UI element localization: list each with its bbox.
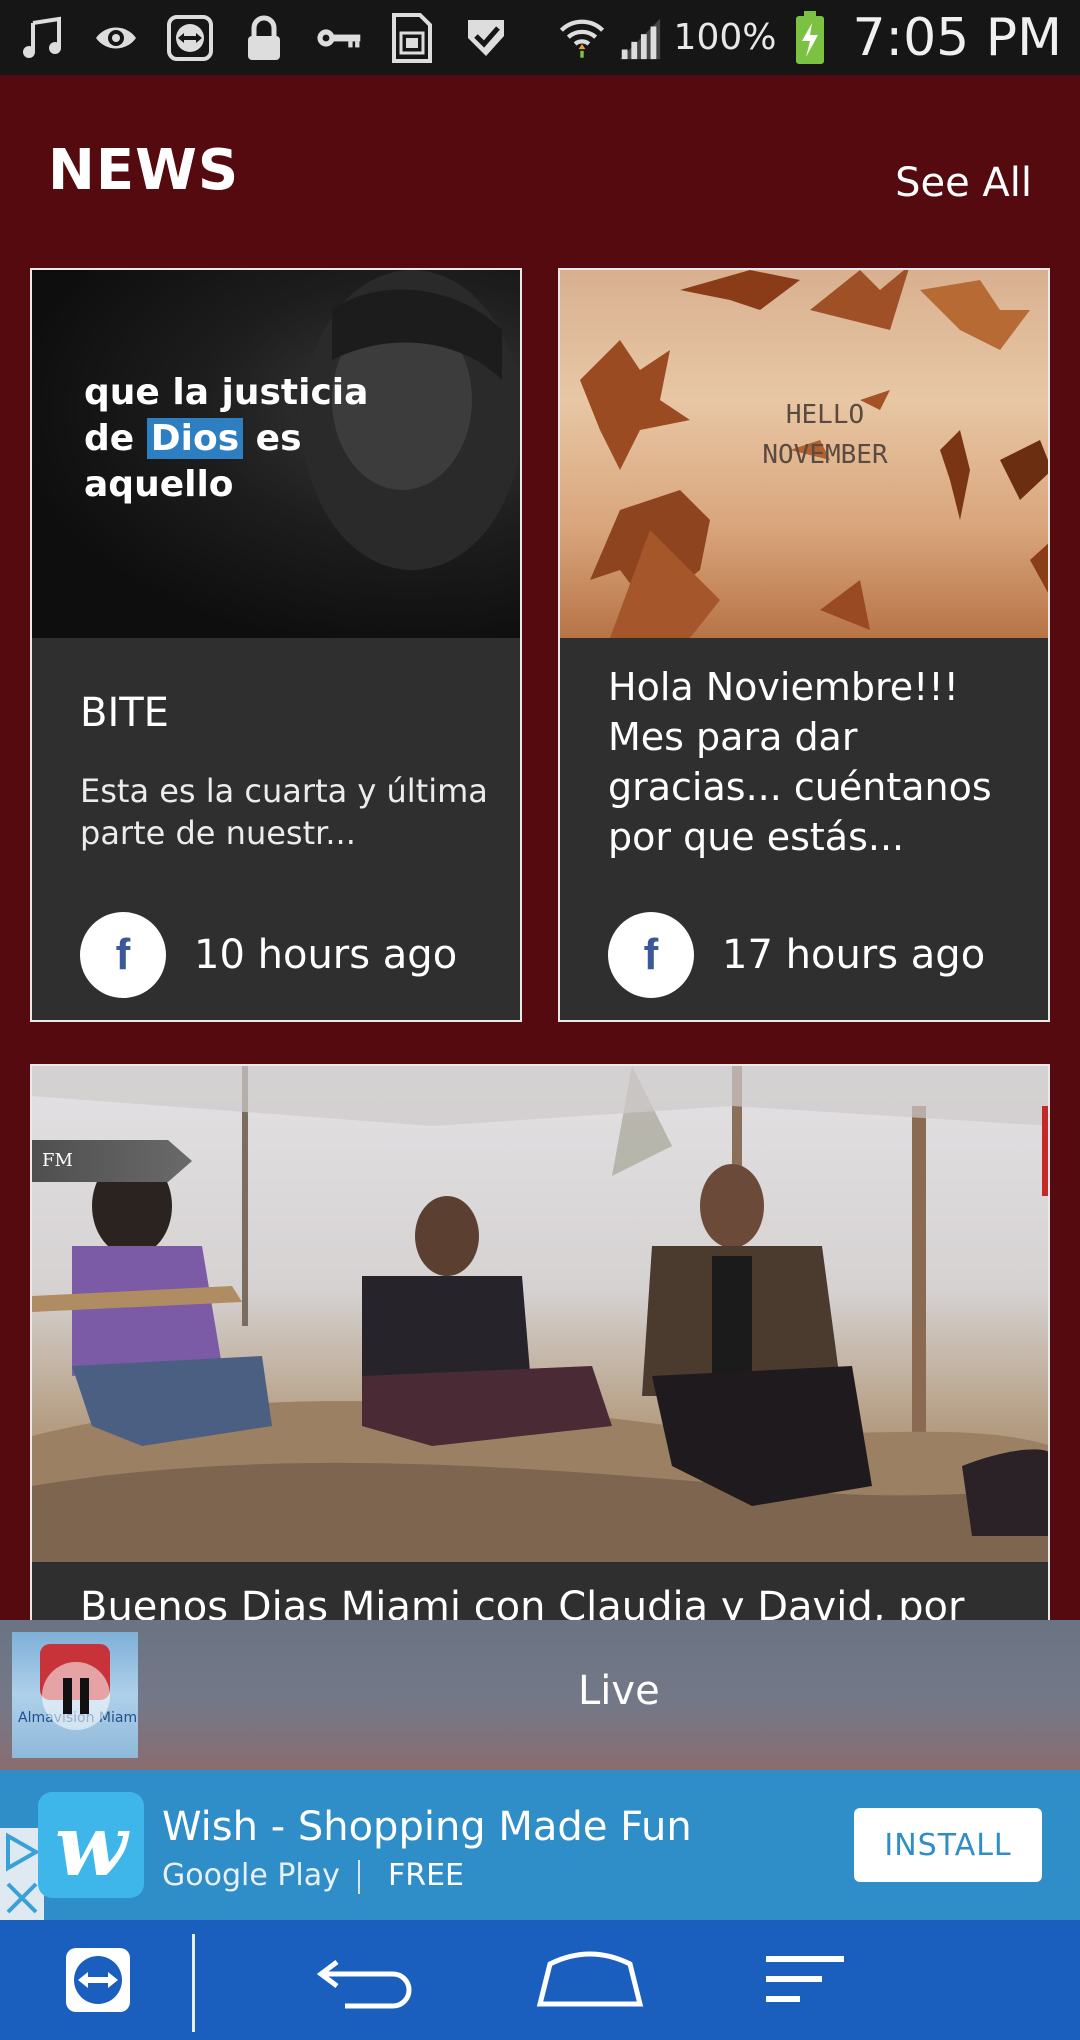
nav-divider [192, 1934, 195, 2032]
signal-icon [616, 14, 664, 62]
card-description: Esta es la cuarta y última parte de nues… [80, 772, 488, 852]
overlay-text: que la justicia de Dios es aquello [84, 372, 369, 505]
card-title: Hola Noviembre!!! Mes para dar gracias..… [608, 665, 992, 859]
battery-icon [786, 10, 834, 64]
card-meta: f 17 hours ago [608, 912, 985, 998]
news-card-large[interactable]: FM Buenos Dias Miami con Claudia y David… [30, 1064, 1050, 1624]
see-all-link[interactable]: See All [895, 160, 1032, 206]
ad-price: FREE [388, 1858, 465, 1893]
check-icon [462, 14, 510, 62]
eye-icon [92, 14, 140, 62]
clock: 7:05 PM [852, 7, 1062, 68]
player-status: Live [578, 1668, 660, 1714]
card-caption: Buenos Dias Miami con Claudia y David, p… [32, 1562, 1048, 1624]
recent-apps-icon[interactable] [760, 1940, 850, 2020]
key-icon [314, 14, 362, 62]
card-image: FM [32, 1066, 1048, 1562]
back-icon[interactable] [312, 1940, 422, 2020]
battery-percent: 100% [673, 17, 777, 58]
card-title: Buenos Dias Miami con Claudia y David, p… [80, 1584, 965, 1624]
channel-tag: FM [32, 1140, 192, 1182]
home-icon[interactable] [532, 1940, 648, 2020]
ad-title: Wish - Shopping Made Fun [162, 1804, 692, 1850]
time-ago: 17 hours ago [722, 932, 986, 978]
pause-icon [80, 1678, 89, 1714]
card-meta: f 10 hours ago [80, 912, 457, 998]
overlay-text: HELLO NOVEMBER [762, 400, 888, 470]
card-image: que la justicia de Dios es aquello [32, 270, 520, 638]
card-title: BITE [80, 690, 169, 736]
teamviewer-icon [166, 14, 214, 62]
ad-banner[interactable]: w Wish - Shopping Made Fun Google Play F… [0, 1770, 1080, 1920]
ad-separator [358, 1860, 360, 1894]
lock-icon [240, 14, 288, 62]
status-bar: 100% 7:05 PM [0, 0, 1080, 75]
nav-bar [0, 1920, 1080, 2040]
install-button[interactable]: INSTALL [854, 1808, 1042, 1882]
wifi-icon [558, 14, 606, 62]
mini-player[interactable]: Almavision Miami Live [0, 1620, 1080, 1770]
facebook-icon: f [80, 912, 166, 998]
facebook-icon: f [608, 912, 694, 998]
card-image: HELLO NOVEMBER [560, 270, 1048, 638]
time-ago: 10 hours ago [194, 932, 458, 978]
news-card[interactable]: que la justicia de Dios es aquello BITE … [30, 268, 522, 1022]
pause-button[interactable] [42, 1662, 110, 1730]
section-title: NEWS [48, 138, 240, 203]
wish-logo-icon: w [38, 1792, 144, 1898]
news-card[interactable]: HELLO NOVEMBER Hola Noviembre!!! Mes par… [558, 268, 1050, 1022]
ad-store: Google Play [162, 1858, 340, 1893]
pause-icon [63, 1678, 72, 1714]
station-thumbnail: Almavision Miami [12, 1632, 138, 1758]
music-note-icon [18, 14, 66, 62]
sd-card-icon [388, 12, 436, 63]
teamviewer-icon[interactable] [58, 1940, 138, 2020]
